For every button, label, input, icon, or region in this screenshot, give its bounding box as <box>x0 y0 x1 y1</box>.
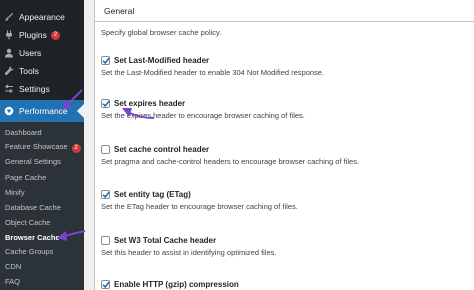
sliders-icon <box>4 84 14 94</box>
cache-control-checkbox[interactable] <box>101 145 110 154</box>
annotation-arrow-icon <box>62 89 83 110</box>
checkmark-icon <box>102 57 110 65</box>
submenu-item-cdn[interactable]: CDN <box>5 262 21 271</box>
sidebar-item-label: Settings <box>19 84 50 94</box>
admin-sidebar: Appearance Plugins 2 Users Tools Setting… <box>0 0 84 290</box>
w3tc-header-checkbox[interactable] <box>101 236 110 245</box>
option-description: Set the Last-Modified header to enable 3… <box>101 68 325 77</box>
sidebar-item-label: Appearance <box>19 12 65 22</box>
gzip-checkbox[interactable] <box>101 280 110 289</box>
panel-description: Specify global browser cache policy. <box>101 28 222 37</box>
submenu-item-browser-cache[interactable]: Browser Cache <box>5 233 60 242</box>
option-label[interactable]: Set entity tag (ETag) <box>114 190 191 199</box>
option-label[interactable]: Set cache control header <box>114 145 209 154</box>
sidebar-item-appearance[interactable]: Appearance <box>0 8 84 26</box>
panel-title: General <box>104 6 135 16</box>
submenu-item-feature-showcase[interactable]: Feature Showcase 2 <box>5 142 81 153</box>
submenu-item-minify[interactable]: Minify <box>5 188 25 197</box>
panel-header: General <box>95 0 474 22</box>
performance-icon <box>4 106 14 116</box>
submenu-item-faq[interactable]: FAQ <box>5 277 20 286</box>
option-label[interactable]: Set W3 Total Cache header <box>114 236 216 245</box>
sidebar-item-label: Tools <box>19 66 39 76</box>
option-description: Set this header to assist in identifying… <box>101 248 277 257</box>
sidebar-item-tools[interactable]: Tools <box>0 62 84 80</box>
submenu-item-page-cache[interactable]: Page Cache <box>5 173 46 182</box>
submenu-item-label: Feature Showcase <box>5 142 68 151</box>
checkmark-icon <box>102 281 110 289</box>
last-modified-checkbox[interactable] <box>101 56 110 65</box>
paintbrush-icon <box>4 12 14 22</box>
sidebar-item-label: Users <box>19 48 42 58</box>
checkmark-icon <box>102 100 110 108</box>
submenu-item-cache-groups[interactable]: Cache Groups <box>5 247 53 256</box>
showcase-count-badge: 2 <box>71 144 81 153</box>
plug-icon <box>4 30 14 40</box>
sidebar-item-plugins[interactable]: Plugins 2 <box>0 26 84 44</box>
expires-header-checkbox[interactable] <box>101 99 110 108</box>
option-description: Set pragma and cache-control headers to … <box>101 157 360 166</box>
annotation-arrow-icon <box>57 230 86 241</box>
annotation-arrow-icon <box>122 108 155 119</box>
option-description: Set the ETag header to encourage browser… <box>101 202 298 211</box>
submenu-item-dashboard[interactable]: Dashboard <box>5 128 42 137</box>
wrench-icon <box>4 66 14 76</box>
etag-checkbox[interactable] <box>101 190 110 199</box>
submenu-item-general-settings[interactable]: General Settings <box>5 157 61 166</box>
update-count-badge: 2 <box>50 30 60 40</box>
performance-submenu: Dashboard Feature Showcase 2 General Sett… <box>0 122 84 290</box>
user-icon <box>4 48 14 58</box>
option-label[interactable]: Enable HTTP (gzip) compression <box>114 280 239 289</box>
submenu-item-database-cache[interactable]: Database Cache <box>5 203 61 212</box>
general-settings-panel: General Specify global browser cache pol… <box>94 0 474 290</box>
submenu-item-object-cache[interactable]: Object Cache <box>5 218 50 227</box>
option-label[interactable]: Set Last-Modified header <box>114 56 209 65</box>
checkmark-icon <box>102 191 110 199</box>
sidebar-item-users[interactable]: Users <box>0 44 84 62</box>
sidebar-item-label: Plugins <box>19 30 47 40</box>
